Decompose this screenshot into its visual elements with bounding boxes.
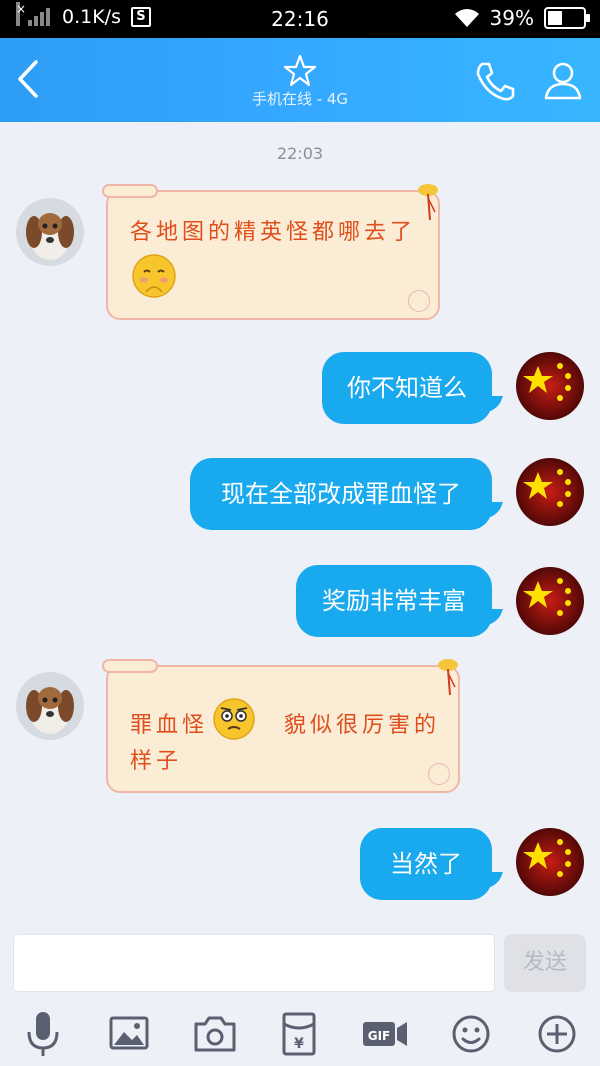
incoming-message-bubble[interactable]: 各地图的精英怪都哪去了: [102, 184, 440, 320]
contact-avatar[interactable]: [16, 672, 84, 740]
outgoing-message-bubble[interactable]: 你不知道么: [322, 352, 492, 424]
emoji-icon[interactable]: [446, 1010, 496, 1058]
image-icon[interactable]: [104, 1010, 154, 1058]
message-text: 你不知道么: [347, 374, 467, 402]
input-toolbar: ¥ GIF: [0, 1002, 600, 1066]
incoming-message-bubble[interactable]: 罪血怪 貌似很厉害的 样子: [102, 659, 460, 793]
camera-icon[interactable]: [190, 1010, 240, 1058]
outgoing-message-bubble[interactable]: 奖励非常丰富: [296, 565, 492, 637]
message-timestamp: 22:03: [276, 144, 324, 163]
phone-icon[interactable]: [470, 56, 520, 106]
shy-face-icon: [132, 254, 176, 298]
red-packet-icon[interactable]: ¥: [274, 1010, 324, 1058]
seal-stamp-icon: [408, 290, 430, 312]
message-text-part1: 罪血怪: [130, 713, 209, 738]
contact-avatar[interactable]: [16, 198, 84, 266]
svg-text:GIF: GIF: [368, 1029, 391, 1043]
gif-icon[interactable]: GIF: [360, 1010, 410, 1058]
battery-percent: 39%: [489, 6, 534, 30]
message-text-line2: 样子: [130, 749, 183, 774]
status-bar: × 0.1K/s S 22:16 39%: [0, 0, 600, 38]
my-avatar[interactable]: [516, 352, 584, 420]
scroll-decoration: [102, 184, 158, 198]
message-text: 各地图的精英怪都哪去了: [130, 220, 417, 245]
my-avatar[interactable]: [516, 828, 584, 896]
input-area: 发送: [0, 922, 600, 1002]
battery-icon: [544, 7, 590, 29]
svg-text:¥: ¥: [294, 1036, 304, 1052]
star-icon[interactable]: [280, 52, 320, 88]
wifi-icon: [454, 9, 479, 27]
scroll-decoration: [102, 659, 158, 673]
microphone-icon[interactable]: [18, 1010, 68, 1058]
outgoing-message-bubble[interactable]: 现在全部改成罪血怪了: [190, 458, 492, 530]
send-button[interactable]: 发送: [504, 934, 586, 992]
person-icon[interactable]: [538, 56, 588, 106]
outgoing-message-bubble[interactable]: 当然了: [360, 828, 492, 900]
message-text: 当然了: [390, 850, 462, 878]
chat-header: 手机在线 - 4G: [0, 38, 600, 122]
plus-icon[interactable]: [532, 1010, 582, 1058]
confused-face-icon: [213, 698, 255, 740]
message-input[interactable]: [13, 934, 495, 992]
my-avatar[interactable]: [516, 567, 584, 635]
seal-stamp-icon: [428, 763, 450, 785]
message-text-part2: 貌似很厉害的: [284, 713, 441, 738]
message-text: 现在全部改成罪血怪了: [221, 480, 461, 508]
message-text: 奖励非常丰富: [322, 587, 466, 615]
my-avatar[interactable]: [516, 458, 584, 526]
tassel-decoration-icon: [438, 659, 458, 696]
